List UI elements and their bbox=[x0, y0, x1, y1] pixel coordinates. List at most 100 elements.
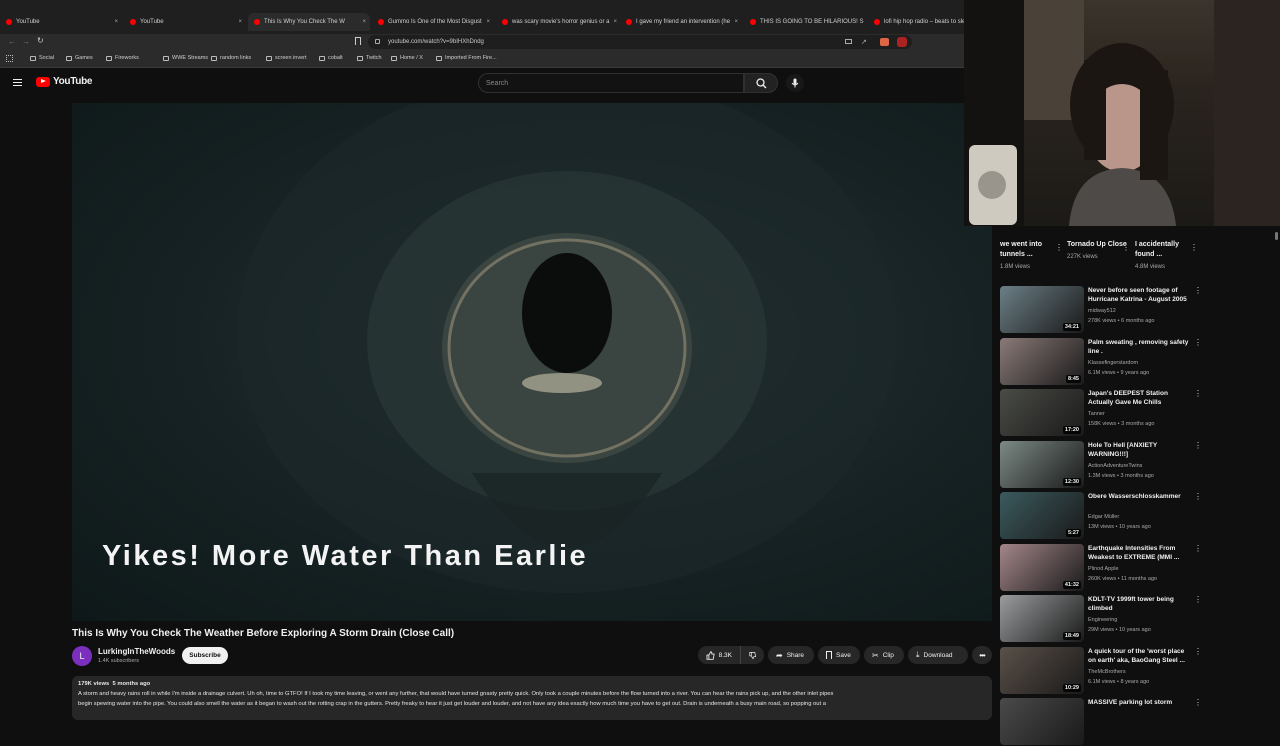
bookmark-label: Home / X bbox=[400, 55, 423, 61]
more-actions-button[interactable]: ••• bbox=[972, 646, 992, 664]
bookmark-item[interactable]: Fireworks bbox=[106, 55, 139, 61]
tab-title: YouTube bbox=[140, 19, 164, 25]
download-icon: ⤓ bbox=[916, 650, 920, 659]
folder-icon bbox=[30, 55, 36, 61]
bookmark-item[interactable]: screen invert bbox=[266, 55, 307, 61]
voice-search-button[interactable] bbox=[786, 74, 804, 92]
recommended-meta: 6.1M views • 9 years ago bbox=[1088, 369, 1150, 376]
youtube-logo[interactable]: YouTube bbox=[36, 76, 93, 87]
bookmark-item[interactable]: Social bbox=[30, 55, 54, 61]
bookmark-item[interactable]: cobalt bbox=[319, 55, 343, 61]
browser-tab[interactable]: This Is Why You Check The W × bbox=[248, 13, 370, 31]
short-item[interactable]: we went into tunnels ... 1.8M views bbox=[1000, 240, 1060, 272]
back-icon[interactable]: ← bbox=[8, 37, 16, 46]
folder-icon bbox=[391, 55, 397, 61]
tab-close-icon[interactable]: × bbox=[362, 19, 370, 25]
browser-tab[interactable]: Gummo Is One of the Most Disgust × bbox=[372, 13, 494, 31]
bookmark-item[interactable]: Imported From Fire... bbox=[436, 55, 497, 61]
ublock-icon[interactable] bbox=[897, 37, 907, 47]
recommended-meta: 158K views • 3 months ago bbox=[1088, 421, 1155, 427]
subscribe-button[interactable]: Subscribe bbox=[182, 647, 228, 664]
folder-icon bbox=[163, 55, 169, 61]
extension-icon[interactable] bbox=[880, 38, 889, 46]
search-button[interactable] bbox=[744, 73, 778, 93]
sidebar-scrollbar[interactable] bbox=[1273, 226, 1280, 720]
thumbs-up-icon bbox=[706, 650, 715, 660]
more-vertical-icon[interactable]: ⋮ bbox=[1194, 596, 1202, 604]
dislike-button[interactable] bbox=[740, 646, 764, 664]
browser-tab[interactable]: YouTube × bbox=[124, 13, 246, 31]
tab-close-icon[interactable]: × bbox=[734, 19, 742, 25]
clip-button[interactable]: ✂ Clip bbox=[864, 646, 904, 664]
more-vertical-icon[interactable]: ⋮ bbox=[1194, 544, 1202, 552]
bookmark-icon[interactable] bbox=[355, 37, 361, 45]
video-thumbnail[interactable]: 12:30 bbox=[1000, 440, 1084, 488]
browser-tab[interactable]: YouTube × bbox=[0, 13, 122, 31]
more-vertical-icon[interactable]: ⋮ bbox=[1194, 390, 1202, 398]
video-thumbnail[interactable] bbox=[1000, 698, 1084, 745]
save-button[interactable]: Save bbox=[818, 646, 860, 664]
video-thumbnail[interactable]: 18:49 bbox=[1000, 595, 1084, 642]
more-vertical-icon[interactable]: ⋮ bbox=[1194, 493, 1202, 501]
download-button[interactable]: ⤓ Download bbox=[908, 646, 968, 664]
apps-icon[interactable] bbox=[6, 55, 13, 62]
recommended-video[interactable]: MASSIVE parking lot storm ⋮ bbox=[1000, 698, 1202, 746]
search-input[interactable]: Search bbox=[478, 73, 744, 93]
recommended-video[interactable]: 5:27 Obere Wasserschlosskammer Edgar Mülle… bbox=[1000, 492, 1202, 540]
browser-tab[interactable]: was scary movie's horror genius or a × bbox=[496, 13, 618, 31]
video-thumbnail[interactable]: 34:21 bbox=[1000, 286, 1084, 333]
screen-share-icon[interactable] bbox=[845, 39, 852, 44]
short-item[interactable]: Tornado Up Close 227K views bbox=[1067, 240, 1127, 262]
video-thumbnail[interactable]: 5:27 bbox=[1000, 492, 1084, 539]
more-vertical-icon[interactable]: ⋮ bbox=[1122, 243, 1130, 252]
tab-favicon-icon bbox=[750, 19, 756, 25]
bookmark-item[interactable]: Twitch bbox=[357, 55, 382, 61]
tab-close-icon[interactable]: × bbox=[114, 19, 122, 25]
more-vertical-icon[interactable]: ⋮ bbox=[1194, 699, 1202, 707]
share-page-icon[interactable]: ↗ bbox=[861, 38, 867, 46]
video-thumbnail[interactable]: 8:45 bbox=[1000, 337, 1084, 385]
tab-close-icon[interactable]: × bbox=[238, 19, 246, 25]
forward-icon[interactable]: → bbox=[22, 37, 30, 46]
more-vertical-icon[interactable]: ⋮ bbox=[1190, 243, 1198, 252]
more-vertical-icon[interactable]: ⋮ bbox=[1194, 287, 1202, 295]
recommended-video[interactable]: 12:30 Hole To Hell [ANXIETY WARNING!!!] Ac… bbox=[1000, 440, 1202, 489]
more-vertical-icon[interactable]: ⋮ bbox=[1055, 243, 1063, 252]
reload-icon[interactable]: ↻ bbox=[37, 36, 44, 45]
like-button[interactable]: 8.3K bbox=[698, 646, 740, 664]
video-thumbnail[interactable]: 41:32 bbox=[1000, 543, 1084, 591]
video-description[interactable]: 179K views 5 months ago A storm and heav… bbox=[72, 676, 992, 720]
browser-tab[interactable]: THIS IS GOING TO BE HILARIOUS! S× bbox=[744, 13, 866, 31]
menu-icon[interactable] bbox=[13, 79, 22, 86]
recommended-title: MASSIVE parking lot storm bbox=[1088, 699, 1173, 706]
bookmark-item[interactable]: Games bbox=[66, 55, 93, 61]
url-field[interactable]: youtube.com/watch?v=9bIHXhDndg bbox=[368, 35, 912, 49]
bookmark-item[interactable]: Home / X bbox=[391, 55, 423, 61]
recommended-video[interactable]: 10:29 A quick tour of the 'worst place on… bbox=[1000, 646, 1202, 695]
recommended-video[interactable]: 41:32 Earthquake Intensities From Weakest… bbox=[1000, 543, 1202, 592]
browser-tab[interactable]: I gave my friend an intervention (he × bbox=[620, 13, 742, 31]
tab-close-icon[interactable]: × bbox=[614, 19, 618, 25]
recommended-video[interactable]: 18:49 KDLT-TV 1999ft tower being climbed E… bbox=[1000, 595, 1202, 643]
more-horizontal-icon: ••• bbox=[979, 650, 985, 660]
short-item[interactable]: I accidentally found ... 4.8M views bbox=[1135, 240, 1195, 272]
video-thumbnail[interactable]: 10:29 bbox=[1000, 646, 1084, 694]
more-vertical-icon[interactable]: ⋮ bbox=[1194, 647, 1202, 655]
video-caption: Yikes! More Water Than Earlie bbox=[102, 540, 589, 572]
share-button[interactable]: ➦ Share bbox=[768, 646, 814, 664]
more-vertical-icon[interactable]: ⋮ bbox=[1194, 441, 1202, 449]
channel-avatar[interactable]: L bbox=[72, 646, 92, 666]
folder-icon bbox=[436, 55, 442, 61]
recommended-video[interactable]: 8:45 Palm sweating , removing safety line… bbox=[1000, 337, 1202, 386]
video-thumbnail[interactable]: 17:20 bbox=[1000, 389, 1084, 436]
tab-close-icon[interactable]: × bbox=[486, 19, 494, 25]
scissors-icon: ✂ bbox=[872, 650, 879, 660]
channel-name[interactable]: LurkingInTheWoods bbox=[98, 647, 175, 656]
more-vertical-icon[interactable]: ⋮ bbox=[1194, 338, 1202, 346]
recommended-video[interactable]: 34:21 Never before seen footage of Hurric… bbox=[1000, 286, 1202, 334]
tab-favicon-icon bbox=[254, 19, 260, 25]
recommended-video[interactable]: 17:20 Japan's DEEPEST Station Actually Ga… bbox=[1000, 389, 1202, 437]
bookmark-item[interactable]: WWE Streams bbox=[163, 55, 208, 61]
site-info-icon[interactable] bbox=[375, 39, 380, 44]
bookmark-item[interactable]: random links bbox=[211, 55, 251, 61]
